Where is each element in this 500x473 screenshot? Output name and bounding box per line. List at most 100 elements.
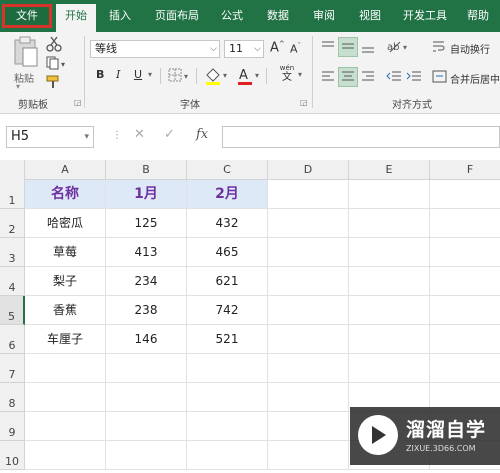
formula-input[interactable] <box>222 126 500 148</box>
name-box[interactable]: H5 ▾ <box>6 126 94 148</box>
cell-c7[interactable] <box>187 354 268 383</box>
cell-b9[interactable] <box>106 412 187 441</box>
cell-e1[interactable] <box>349 180 430 209</box>
column-header-d[interactable]: D <box>268 160 349 180</box>
cell-f7[interactable] <box>430 354 500 383</box>
cell-d4[interactable] <box>268 267 349 296</box>
decrease-indent-icon[interactable] <box>386 70 402 84</box>
cancel-icon[interactable]: ✕ <box>134 127 145 142</box>
tab-help[interactable]: 帮助 <box>458 4 498 28</box>
cell-b7[interactable] <box>106 354 187 383</box>
cell-f5[interactable] <box>430 296 500 325</box>
wrap-text-button[interactable]: 自动换行 <box>450 41 490 56</box>
column-header-f[interactable]: F <box>430 160 500 180</box>
merge-center-icon[interactable] <box>432 70 448 84</box>
cell-a9[interactable] <box>25 412 106 441</box>
align-center-icon[interactable] <box>340 70 356 84</box>
cell-b10[interactable] <box>106 441 187 470</box>
cell-b2[interactable]: 125 <box>106 209 187 238</box>
row-header-7[interactable]: 7 <box>0 354 25 383</box>
row-header-6[interactable]: 6 <box>0 325 25 354</box>
tab-developer[interactable]: 开发工具 <box>396 4 454 28</box>
tab-review[interactable]: 审阅 <box>304 4 344 28</box>
row-header-10[interactable]: 10 <box>0 441 25 470</box>
cell-d3[interactable] <box>268 238 349 267</box>
tab-data[interactable]: 数据 <box>258 4 298 28</box>
cell-c3[interactable]: 465 <box>187 238 268 267</box>
row-header-9[interactable]: 9 <box>0 412 25 441</box>
font-size-select[interactable]: 11 ⌵ <box>224 40 264 58</box>
cell-d6[interactable] <box>268 325 349 354</box>
chevron-down-icon[interactable]: ▾ <box>148 70 152 79</box>
underline-button[interactable]: U <box>134 68 142 81</box>
column-header-a[interactable]: A <box>25 160 106 180</box>
align-left-icon[interactable] <box>320 70 336 84</box>
row-header-3[interactable]: 3 <box>0 238 25 267</box>
cell-d10[interactable] <box>268 441 349 470</box>
align-top-icon[interactable] <box>320 40 336 54</box>
row-header-5[interactable]: 5 <box>0 296 25 325</box>
paste-dropdown-arrow[interactable]: ▾ <box>16 82 20 91</box>
select-all-corner[interactable] <box>0 160 25 180</box>
format-painter-icon[interactable] <box>46 74 62 90</box>
tab-view[interactable]: 视图 <box>350 4 390 28</box>
cell-f2[interactable] <box>430 209 500 238</box>
row-header-2[interactable]: 2 <box>0 209 25 238</box>
increase-font-size-button[interactable]: A^ <box>270 40 285 55</box>
column-header-c[interactable]: C <box>187 160 268 180</box>
wrap-text-icon[interactable] <box>432 40 446 54</box>
cell-d9[interactable] <box>268 412 349 441</box>
font-launcher-icon[interactable]: ◲ <box>300 98 308 107</box>
font-color-icon[interactable]: A ▾ <box>236 66 264 86</box>
cell-c2[interactable]: 432 <box>187 209 268 238</box>
cell-d5[interactable] <box>268 296 349 325</box>
cell-a10[interactable] <box>25 441 106 470</box>
fill-color-icon[interactable]: ▾ <box>204 66 232 86</box>
column-header-b[interactable]: B <box>106 160 187 180</box>
cut-icon[interactable] <box>46 36 62 52</box>
decrease-font-size-button[interactable]: Aˇ <box>290 42 301 56</box>
cell-c1[interactable]: 2月 <box>187 180 268 209</box>
orientation-icon[interactable]: ab ▾ <box>386 38 412 54</box>
cell-a4[interactable]: 梨子 <box>25 267 106 296</box>
cell-a1[interactable]: 名称 <box>25 180 106 209</box>
cell-b6[interactable]: 146 <box>106 325 187 354</box>
cell-f1[interactable] <box>430 180 500 209</box>
cell-a5[interactable]: 香蕉 <box>25 296 106 325</box>
cell-c10[interactable] <box>187 441 268 470</box>
row-header-1[interactable]: 1 <box>0 180 25 209</box>
cell-a7[interactable] <box>25 354 106 383</box>
cell-d7[interactable] <box>268 354 349 383</box>
copy-icon[interactable]: ▾ <box>46 56 70 70</box>
cell-c8[interactable] <box>187 383 268 412</box>
cell-b1[interactable]: 1月 <box>106 180 187 209</box>
align-right-icon[interactable] <box>360 70 376 84</box>
tab-file[interactable]: 文件 <box>2 4 52 28</box>
chevron-down-icon[interactable]: ▾ <box>298 70 302 79</box>
cell-d8[interactable] <box>268 383 349 412</box>
cell-b8[interactable] <box>106 383 187 412</box>
align-middle-icon[interactable] <box>340 40 356 54</box>
row-header-4[interactable]: 4 <box>0 267 25 296</box>
cell-e6[interactable] <box>349 325 430 354</box>
cell-d1[interactable] <box>268 180 349 209</box>
cell-b5[interactable]: 238 <box>106 296 187 325</box>
cell-a6[interactable]: 车厘子 <box>25 325 106 354</box>
font-name-select[interactable]: 等线 ⌵ <box>90 40 220 58</box>
clipboard-launcher-icon[interactable]: ◲ <box>74 98 82 107</box>
tab-formulas[interactable]: 公式 <box>212 4 252 28</box>
align-bottom-icon[interactable] <box>360 40 376 54</box>
bold-button[interactable]: B <box>96 68 104 81</box>
cell-b4[interactable]: 234 <box>106 267 187 296</box>
tab-home[interactable]: 开始 <box>56 4 96 32</box>
cell-e7[interactable] <box>349 354 430 383</box>
cell-d2[interactable] <box>268 209 349 238</box>
enter-icon[interactable]: ✓ <box>164 127 175 142</box>
column-header-e[interactable]: E <box>349 160 430 180</box>
paste-icon[interactable] <box>12 36 40 68</box>
tab-insert[interactable]: 插入 <box>100 4 140 28</box>
row-header-8[interactable]: 8 <box>0 383 25 412</box>
cell-c4[interactable]: 621 <box>187 267 268 296</box>
cell-e4[interactable] <box>349 267 430 296</box>
merge-center-button[interactable]: 合并后居中 <box>450 71 500 86</box>
